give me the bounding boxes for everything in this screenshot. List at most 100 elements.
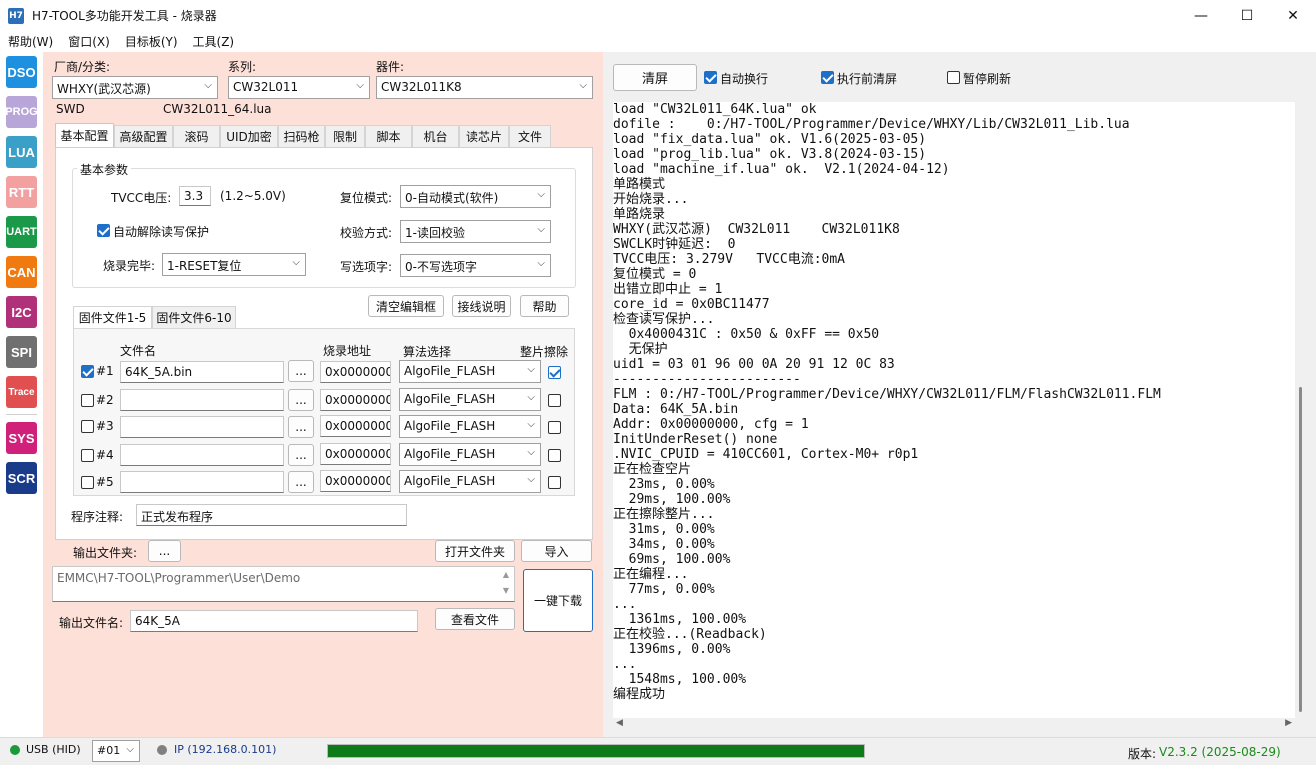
tool-trace-button[interactable]: Trace: [6, 376, 37, 408]
comment-input[interactable]: 正式发布程序: [136, 504, 407, 526]
output-filename-label: 输出文件名:: [59, 616, 124, 630]
pause-refresh-checkbox[interactable]: [947, 71, 960, 84]
clear-screen-button[interactable]: 清屏: [613, 64, 697, 91]
log-vertical-scrollbar[interactable]: [1295, 102, 1306, 718]
port-select[interactable]: #01 ⌵: [92, 740, 140, 762]
file-row-3-browse-button[interactable]: ...: [288, 416, 314, 438]
auto-unlock-checkbox[interactable]: [97, 224, 110, 237]
file-row-3-algo-select[interactable]: AlgoFile_FLASH ⌵: [399, 415, 541, 438]
tab-file[interactable]: 文件: [509, 125, 551, 147]
close-button[interactable]: ✕: [1270, 0, 1316, 31]
vendor-select[interactable]: WHXY(武汉芯源) ⌵: [52, 76, 218, 99]
file-row-4-checkbox[interactable]: [81, 449, 94, 462]
tool-lua-button[interactable]: LUA: [6, 136, 37, 168]
tab-limit[interactable]: 限制: [325, 125, 365, 147]
output-folder-browse-button[interactable]: ...: [148, 540, 181, 562]
progress-bar: [327, 744, 865, 758]
pause-refresh-label: 暂停刷新: [963, 72, 1012, 86]
tab-machine[interactable]: 机台: [412, 125, 459, 147]
file-row-5-algo-select[interactable]: AlgoFile_FLASH ⌵: [399, 470, 541, 493]
tab-firmware-6-10[interactable]: 固件文件6-10: [152, 306, 236, 328]
tool-rtt-button[interactable]: RTT: [6, 176, 37, 208]
tvcc-input[interactable]: 3.3: [179, 186, 211, 206]
menu-tools[interactable]: 工具(Z): [185, 33, 242, 50]
tool-uart-button[interactable]: UART: [6, 216, 37, 248]
tool-dso-button[interactable]: DSO: [6, 56, 37, 88]
file-row-1-address[interactable]: 0x00000000: [320, 361, 391, 383]
one-click-download-button[interactable]: 一键下载: [523, 569, 593, 632]
tab-advanced[interactable]: 高级配置: [114, 125, 173, 147]
tool-scr-button[interactable]: SCR: [6, 462, 37, 494]
file-row-2-algo-select[interactable]: AlgoFile_FLASH ⌵: [399, 388, 541, 411]
file-row-5-address[interactable]: 0x00000000: [320, 470, 391, 492]
menu-window[interactable]: 窗口(X): [60, 33, 117, 50]
file-row-1-checkbox[interactable]: [81, 365, 94, 378]
tab-script[interactable]: 脚本: [365, 125, 412, 147]
auto-wrap-checkbox[interactable]: [704, 71, 717, 84]
tab-firmware-1-5[interactable]: 固件文件1-5: [73, 306, 152, 328]
file-row-3-name[interactable]: [120, 416, 284, 438]
tool-sys-button[interactable]: SYS: [6, 422, 37, 454]
output-filename-input[interactable]: 64K_5A: [130, 610, 418, 632]
scroll-thumb[interactable]: [1299, 387, 1302, 712]
chevron-down-icon: ⌵: [527, 392, 535, 403]
tab-scanner[interactable]: 扫码枪: [278, 125, 325, 147]
tool-prog-button[interactable]: PROG: [5, 96, 38, 128]
file-row-3-address[interactable]: 0x00000000: [320, 415, 391, 437]
tool-spi-button[interactable]: SPI: [6, 336, 37, 368]
file-row-1-browse-button[interactable]: ...: [288, 360, 314, 382]
chip-select[interactable]: CW32L011K8 ⌵: [376, 76, 593, 99]
file-row-4-name[interactable]: [120, 444, 284, 466]
tab-rolling-code[interactable]: 滚码: [173, 125, 220, 147]
file-row-2-erase-checkbox[interactable]: [548, 394, 561, 407]
file-row-5-erase-checkbox[interactable]: [548, 476, 561, 489]
reset-mode-select[interactable]: 0-自动模式(软件) ⌵: [400, 185, 551, 208]
file-row-4-algo-select[interactable]: AlgoFile_FLASH ⌵: [399, 443, 541, 466]
file-row-1-erase-checkbox[interactable]: [548, 366, 561, 379]
file-row-1-name[interactable]: 64K_5A.bin: [120, 361, 284, 383]
maximize-button[interactable]: ☐: [1224, 0, 1270, 31]
tool-can-button[interactable]: CAN: [6, 256, 37, 288]
scroll-right-icon[interactable]: ▶: [1285, 718, 1292, 728]
file-row-1-algo-select[interactable]: AlgoFile_FLASH ⌵: [399, 360, 541, 383]
open-folder-button[interactable]: 打开文件夹: [435, 540, 515, 562]
file-row-2-browse-button[interactable]: ...: [288, 389, 314, 411]
option-bytes-select[interactable]: 0-不写选项字 ⌵: [400, 254, 551, 277]
log-horizontal-scrollbar[interactable]: ◀ ▶: [613, 718, 1295, 732]
tvcc-range-text: (1.2~5.0V): [220, 189, 286, 203]
clear-before-run-checkbox[interactable]: [821, 71, 834, 84]
file-row-2-address[interactable]: 0x00000000: [320, 389, 391, 411]
file-row-4-browse-button[interactable]: ...: [288, 444, 314, 466]
tool-i2c-button[interactable]: I2C: [6, 296, 37, 328]
help-button[interactable]: 帮助: [520, 295, 569, 317]
file-row-5-browse-button[interactable]: ...: [288, 471, 314, 493]
clear-editor-button[interactable]: 清空编辑框: [368, 295, 444, 317]
minimize-button[interactable]: —: [1178, 0, 1224, 31]
file-row-4-address[interactable]: 0x00000000: [320, 443, 391, 465]
file-row-2-name[interactable]: [120, 389, 284, 411]
menu-target[interactable]: 目标板(Y): [117, 33, 185, 50]
tab-read-chip[interactable]: 读芯片: [459, 125, 509, 147]
file-row-5-name[interactable]: [120, 471, 284, 493]
path-scroll-arrows[interactable]: ▲ ▼: [498, 567, 514, 601]
file-row-4-erase-checkbox[interactable]: [548, 449, 561, 462]
view-file-button[interactable]: 查看文件: [435, 608, 515, 630]
file-row-2-checkbox[interactable]: [81, 394, 94, 407]
tab-uid-encrypt[interactable]: UID加密: [220, 125, 278, 147]
log-output[interactable]: load "CW32L011_64K.lua" ok dofile : 0:/H…: [613, 102, 1295, 718]
output-path-field[interactable]: EMMC\H7-TOOL\Programmer\User\Demo: [52, 566, 515, 602]
scroll-left-icon[interactable]: ◀: [616, 718, 623, 728]
import-button[interactable]: 导入: [521, 540, 592, 562]
col-chip-erase: 整片擦除: [520, 345, 569, 359]
series-label: 系列:: [228, 60, 257, 74]
menu-help[interactable]: 帮助(W): [0, 33, 60, 50]
series-select[interactable]: CW32L011 ⌵: [228, 76, 370, 99]
chevron-down-icon: ⌵: [527, 474, 535, 485]
tab-basic[interactable]: 基本配置: [55, 123, 114, 147]
done-action-select[interactable]: 1-RESET复位 ⌵: [162, 253, 306, 276]
file-row-5-checkbox[interactable]: [81, 476, 94, 489]
file-row-3-erase-checkbox[interactable]: [548, 421, 561, 434]
wiring-help-button[interactable]: 接线说明: [452, 295, 511, 317]
verify-select[interactable]: 1-读回校验 ⌵: [400, 220, 551, 243]
file-row-3-checkbox[interactable]: [81, 420, 94, 433]
